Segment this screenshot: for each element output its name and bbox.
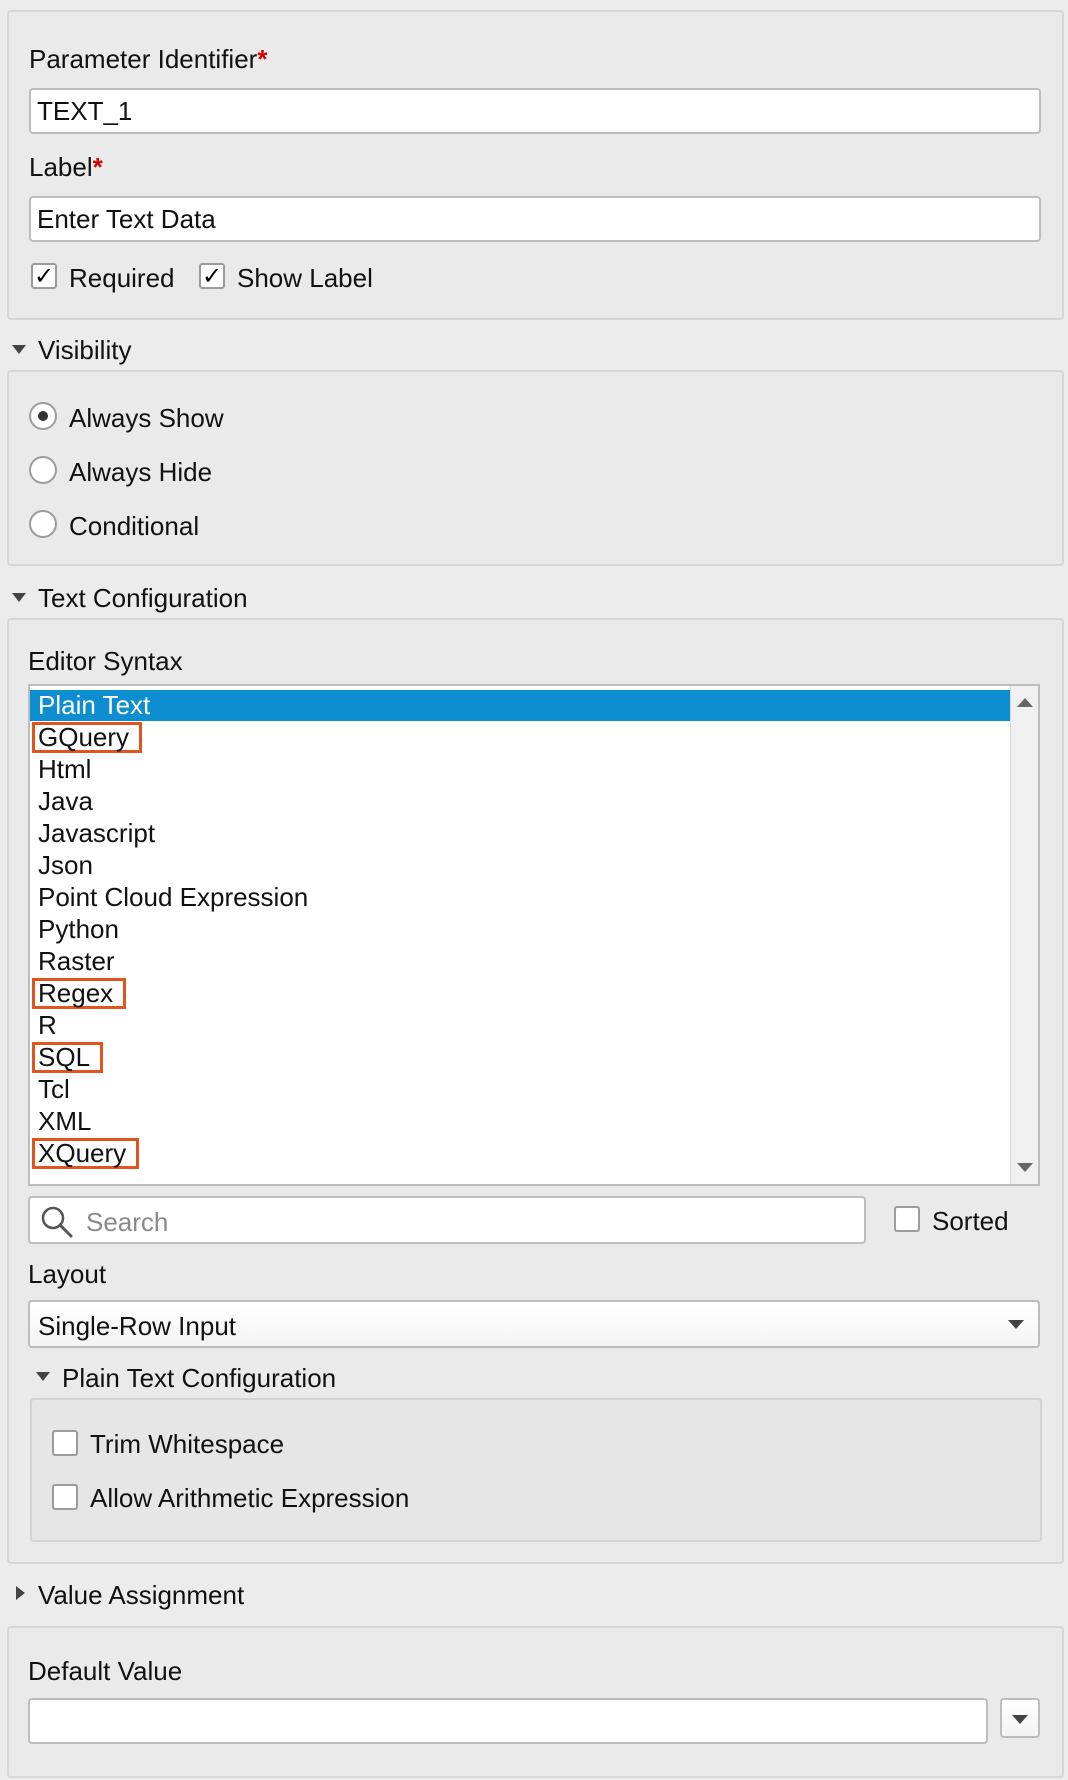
- layout-select[interactable]: Single-Row Input: [28, 1300, 1040, 1348]
- scroll-down-icon[interactable]: [1017, 1163, 1033, 1172]
- default-value-input[interactable]: [28, 1698, 988, 1744]
- show-label-checkbox[interactable]: ✓: [199, 263, 225, 289]
- list-item[interactable]: GQuery: [30, 722, 1010, 753]
- list-item[interactable]: Tcl: [30, 1074, 1010, 1105]
- list-item[interactable]: Point Cloud Expression: [30, 882, 1010, 913]
- visibility-disclosure-icon[interactable]: [12, 345, 26, 354]
- editor-syntax-list[interactable]: Plain Text GQuery Html Java Javascript J…: [28, 684, 1040, 1186]
- always-show-label: Always Show: [69, 403, 224, 433]
- allow-arithmetic-checkbox[interactable]: [52, 1484, 78, 1510]
- allow-arithmetic-label: Allow Arithmetic Expression: [90, 1483, 410, 1513]
- always-hide-label: Always Hide: [69, 457, 213, 487]
- show-label-label: Show Label: [237, 263, 373, 293]
- required-asterisk: *: [257, 44, 268, 74]
- radio-always-hide[interactable]: [29, 456, 57, 484]
- list-item[interactable]: Javascript: [30, 818, 1010, 849]
- conditional-label: Conditional: [69, 511, 200, 541]
- label-label: Label*: [29, 152, 103, 182]
- trim-whitespace-label: Trim Whitespace: [90, 1429, 285, 1459]
- highlight-box: XQuery: [32, 1138, 140, 1169]
- list-item[interactable]: XML: [30, 1106, 1010, 1137]
- value-assignment-title[interactable]: Value Assignment: [38, 1580, 244, 1611]
- editor-syntax-label: Editor Syntax: [28, 646, 183, 676]
- plain-text-config-title[interactable]: Plain Text Configuration: [62, 1363, 336, 1394]
- sorted-checkbox[interactable]: [894, 1206, 920, 1232]
- list-item[interactable]: Java: [30, 786, 1010, 817]
- list-item[interactable]: SQL: [30, 1042, 1010, 1073]
- required-asterisk: *: [92, 152, 103, 182]
- plain-text-config-disclosure-icon[interactable]: [36, 1372, 50, 1381]
- value-assignment-disclosure-icon[interactable]: [16, 1586, 25, 1600]
- highlight-box: SQL: [32, 1042, 104, 1073]
- visibility-group: Always Show Always Hide Conditional: [7, 370, 1064, 566]
- list-item[interactable]: Plain Text: [30, 690, 1010, 721]
- search-icon: [41, 1206, 73, 1238]
- list-item[interactable]: Json: [30, 850, 1010, 881]
- highlight-box: Regex: [32, 978, 127, 1009]
- plain-text-config-group: Trim Whitespace Allow Arithmetic Express…: [30, 1398, 1042, 1542]
- label-input[interactable]: Enter Text Data: [29, 196, 1041, 242]
- radio-conditional[interactable]: [29, 510, 57, 538]
- scroll-up-icon[interactable]: [1017, 698, 1033, 707]
- list-item[interactable]: Html: [30, 754, 1010, 785]
- default-value-label: Default Value: [28, 1656, 183, 1686]
- basic-settings-group: Parameter Identifier* TEXT_1 Label* Ente…: [7, 10, 1064, 320]
- radio-always-show[interactable]: [29, 402, 57, 430]
- visibility-title[interactable]: Visibility: [38, 335, 131, 366]
- search-placeholder: Search: [86, 1207, 169, 1237]
- search-input[interactable]: Search: [28, 1196, 866, 1244]
- required-label: Required: [69, 263, 175, 293]
- highlight-box: GQuery: [32, 722, 143, 753]
- list-item[interactable]: XQuery: [30, 1138, 1010, 1169]
- list-scrollbar[interactable]: [1010, 686, 1038, 1184]
- chevron-down-icon: [1012, 1715, 1028, 1724]
- layout-value: Single-Row Input: [38, 1311, 236, 1341]
- required-checkbox[interactable]: ✓: [31, 263, 57, 289]
- list-item[interactable]: R: [30, 1010, 1010, 1041]
- text-config-title[interactable]: Text Configuration: [38, 583, 248, 614]
- trim-whitespace-checkbox[interactable]: [52, 1430, 78, 1456]
- list-item[interactable]: Python: [30, 914, 1010, 945]
- default-value-menu-button[interactable]: [1000, 1698, 1040, 1738]
- param-id-input[interactable]: TEXT_1: [29, 88, 1041, 134]
- sorted-label: Sorted: [932, 1206, 1009, 1236]
- text-config-disclosure-icon[interactable]: [12, 593, 26, 602]
- list-item[interactable]: Raster: [30, 946, 1010, 977]
- param-id-label: Parameter Identifier*: [29, 44, 268, 74]
- list-item[interactable]: Regex: [30, 978, 1010, 1009]
- chevron-down-icon: [1008, 1320, 1024, 1329]
- layout-label: Layout: [28, 1259, 107, 1289]
